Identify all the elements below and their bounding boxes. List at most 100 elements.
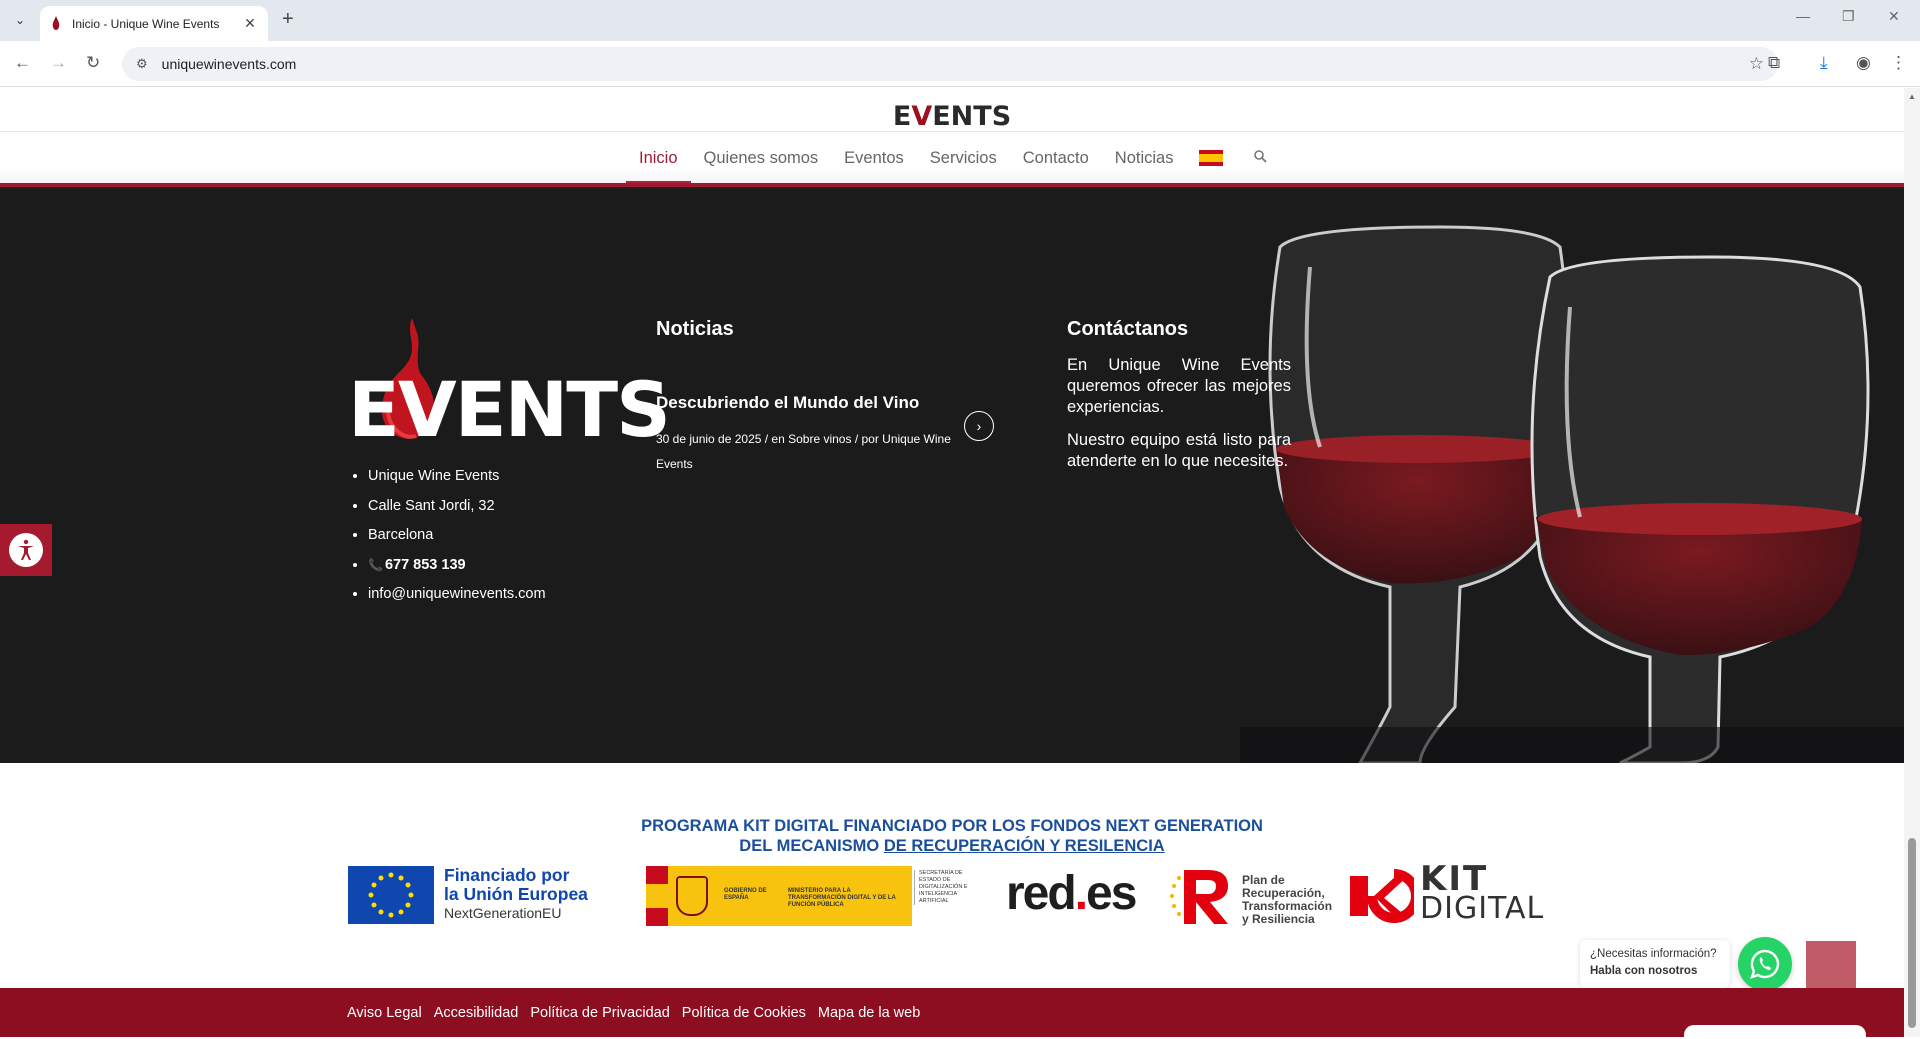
gobierno-espana-logo: GOBIERNO DE ESPAÑA MINISTERIO PARA LA TR…	[646, 866, 912, 926]
menu-item-noticias[interactable]: Noticias	[1115, 132, 1174, 184]
menu-item-contacto[interactable]: Contacto	[1023, 132, 1089, 184]
contact-phone[interactable]: 📞677 853 139	[368, 551, 638, 581]
restore-icon[interactable]: ❐	[1842, 8, 1855, 25]
contact-email[interactable]: info@uniquewinevents.com	[368, 580, 638, 610]
tab-search-chevron-icon[interactable]: ⌄	[8, 8, 32, 32]
prtr-r-icon	[1170, 870, 1228, 924]
digital-text: DIGITAL	[1420, 891, 1545, 926]
coat-of-arms-icon	[676, 876, 708, 916]
redes-logo: red.es	[1006, 867, 1137, 920]
browser-toolbar: ← → ↻ ⚙ uniquewinevents.com ☆ ⧉ ⤓ ◉ ⋮	[0, 41, 1920, 87]
gobierno-text: GOBIERNO DE ESPAÑA	[724, 888, 767, 901]
footer-link-cookies[interactable]: Política de Cookies	[682, 1005, 806, 1021]
wine-glasses-image	[1240, 187, 1904, 763]
page-scrollbar[interactable]: ▲	[1904, 88, 1920, 1037]
site-favicon-icon	[52, 15, 60, 30]
menu-kebab-icon[interactable]: ⋮	[1890, 53, 1907, 73]
spanish-flag-icon[interactable]	[1199, 150, 1224, 166]
funding-logos: Financiado por la Unión Europea NextGene…	[348, 862, 1558, 926]
plan-line-4: y Resiliencia	[1242, 912, 1315, 926]
contact-address: Calle Sant Jordi, 32	[368, 492, 638, 522]
site-header: E V ENTS Inicio Quienes somos Eventos Serv…	[0, 88, 1904, 184]
eu-line-3: NextGenerationEU	[444, 905, 562, 921]
footer-bottom-bar: Aviso Legal Accesibilidad Política de Pr…	[0, 988, 1904, 1037]
kit-heading-line-2a: DEL MECANISMO	[739, 837, 884, 855]
scrollbar-thumb[interactable]	[1908, 838, 1916, 1028]
footer-contactanos-column: Contáctanos En Unique Wine Events querem…	[1067, 318, 1291, 472]
footer-link-privacidad[interactable]: Política de Privacidad	[530, 1005, 669, 1021]
eu-flag-icon	[348, 866, 434, 924]
phone-number[interactable]: 677 853 139	[385, 557, 466, 573]
plan-recuperacion-logo: Plan de Recuperación, Transformación y R…	[1168, 866, 1368, 926]
footer-link-mapa-web[interactable]: Mapa de la web	[818, 1005, 920, 1021]
ministerio-text: MINISTERIO PARA LA TRANSFORMACIÓN DIGITA…	[788, 888, 896, 908]
url-text[interactable]: uniquewinevents.com	[162, 56, 297, 72]
news-post-meta: 30 de junio de 2025 / en Sobre vinos / p…	[656, 432, 951, 471]
footer-link-accesibilidad[interactable]: Accesibilidad	[434, 1005, 519, 1021]
kit-heading-line-1: PROGRAMA KIT DIGITAL FINANCIADO POR LOS …	[641, 817, 1263, 835]
news-next-arrow-icon[interactable]: ›	[964, 411, 994, 441]
extensions-icon[interactable]: ⧉	[1768, 53, 1780, 73]
plan-text: Plan de Recuperación, Transformación y R…	[1242, 874, 1332, 926]
bookmark-star-icon[interactable]: ☆	[1749, 54, 1764, 74]
kit-heading-line-2b: DE RECUPERACIÓN Y RESILENCIA	[883, 837, 1165, 855]
search-icon[interactable]	[1254, 149, 1268, 167]
phone-icon: 📞	[368, 557, 383, 572]
footer-news-column: Noticias Descubriendo el Mundo del Vino …	[656, 318, 996, 477]
kit-digital-logo: KIT DIGITAL	[1346, 862, 1566, 926]
accessibility-button[interactable]	[0, 524, 52, 576]
menu-item-servicios[interactable]: Servicios	[930, 132, 997, 184]
footer-contact-column: EVENTS Unique Wine Events Calle Sant Jor…	[348, 318, 671, 610]
menu-item-inicio[interactable]: Inicio	[626, 132, 690, 184]
news-heading: Noticias	[656, 318, 734, 340]
contactanos-paragraph-1: En Unique Wine Events queremos ofrecer l…	[1067, 356, 1291, 416]
accessibility-icon	[9, 533, 43, 567]
redes-text-a: red	[1006, 867, 1077, 920]
redes-dot: .	[1074, 867, 1088, 920]
scroll-up-arrow-icon[interactable]: ▲	[1908, 92, 1916, 101]
whatsapp-bubble[interactable]: ¿Necesitas información? Habla con nosotr…	[1580, 940, 1730, 988]
browser-tab[interactable]: Inicio - Unique Wine Events ✕	[40, 6, 268, 41]
forward-icon[interactable]: →	[50, 53, 67, 73]
footer-logo[interactable]: EVENTS	[348, 318, 671, 448]
contactanos-heading: Contáctanos	[1067, 318, 1189, 340]
whatsapp-icon	[1750, 949, 1780, 979]
eu-line-1: Financiado por	[444, 865, 570, 885]
tab-title: Inicio - Unique Wine Events	[72, 16, 220, 31]
scroll-to-top-button[interactable]	[1806, 941, 1856, 989]
new-tab-button[interactable]: +	[282, 8, 294, 31]
whatsapp-line-1: ¿Necesitas información?	[1590, 948, 1717, 960]
spain-stripe	[646, 866, 668, 926]
contactanos-paragraph-2: Nuestro equipo está listo para atenderte…	[1067, 431, 1291, 470]
whatsapp-button[interactable]	[1738, 937, 1792, 991]
minimize-icon[interactable]: —	[1796, 8, 1810, 24]
news-post-title[interactable]: Descubriendo el Mundo del Vino	[656, 393, 996, 413]
contact-city: Barcelona	[368, 521, 638, 551]
address-bar[interactable]: ⚙ uniquewinevents.com ☆	[122, 47, 1778, 81]
menu-item-quienes-somos[interactable]: Quienes somos	[704, 132, 819, 184]
download-icon[interactable]: ⤓	[1820, 53, 1828, 73]
redes-text-c: es	[1086, 867, 1137, 920]
menu-item-eventos[interactable]: Eventos	[844, 132, 904, 184]
window-close-icon[interactable]: ✕	[1888, 8, 1900, 25]
browser-tab-bar: ⌄ Inicio - Unique Wine Events ✕ + — ❐ ✕	[0, 0, 1920, 41]
site-info-icon[interactable]: ⚙	[136, 56, 148, 72]
site-logo[interactable]: E V ENTS	[893, 88, 1011, 132]
kit-digital-k-icon	[1350, 869, 1414, 923]
kit-digital-heading: PROGRAMA KIT DIGITAL FINANCIADO POR LOS …	[600, 816, 1304, 856]
profile-icon[interactable]: ◉	[1856, 53, 1871, 73]
main-menu: Inicio Quienes somos Eventos Servicios C…	[626, 132, 1268, 184]
secretaria-text: SECRETARÍA DE ESTADO DE DIGITALIZACIÓN E…	[914, 870, 984, 905]
whatsapp-line-2: Habla con nosotros	[1590, 965, 1698, 977]
eu-line-2: la Unión Europea	[444, 884, 588, 904]
back-icon[interactable]: ←	[14, 53, 31, 73]
logo-letter-e: E	[892, 101, 912, 132]
footer-logo-text: EVENTS	[348, 365, 671, 454]
contact-list: Unique Wine Events Calle Sant Jordi, 32 …	[348, 462, 638, 610]
reload-icon[interactable]: ↻	[86, 53, 100, 73]
kit-heading-line-2: DEL MECANISMO DE RECUPERACIÓN Y RESILENC…	[600, 836, 1304, 856]
eu-funding-text: Financiado por la Unión Europea NextGene…	[444, 866, 588, 923]
footer-links: Aviso Legal Accesibilidad Política de Pr…	[347, 1005, 932, 1021]
footer-link-aviso-legal[interactable]: Aviso Legal	[347, 1005, 422, 1021]
tab-close-icon[interactable]: ✕	[242, 15, 258, 32]
